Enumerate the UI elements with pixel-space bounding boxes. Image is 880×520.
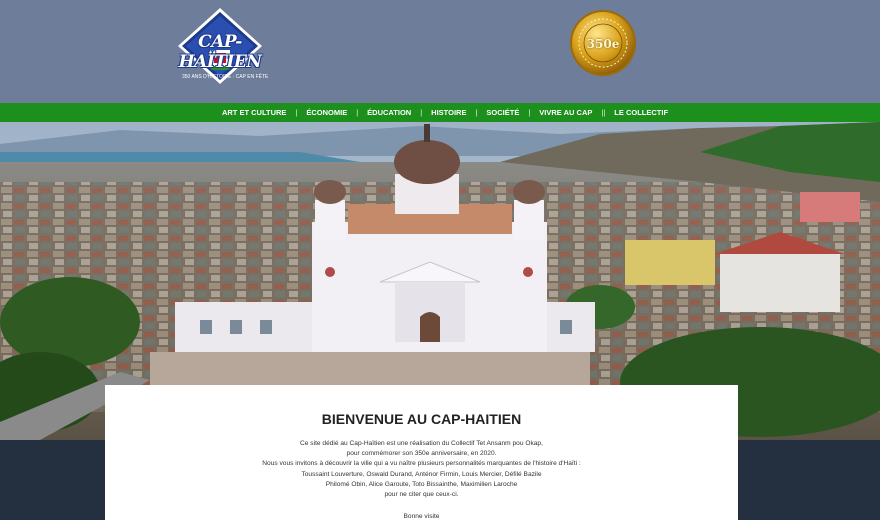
nav-separator: | — [420, 108, 423, 117]
nav-item-economie[interactable]: ÉCONOMIE — [306, 108, 347, 117]
nav-item-education[interactable]: ÉDUCATION — [367, 108, 411, 117]
nav-item-vivre-au-cap[interactable]: VIVRE AU CAP — [539, 108, 592, 117]
nav-separator: | — [528, 108, 531, 117]
logo-title: CAP-HAÏTIEN — [178, 32, 262, 72]
anniversary-medal: 350e — [569, 9, 637, 77]
nav-separator: | — [295, 108, 298, 117]
welcome-line: pour ne citer que ceux-ci. — [384, 491, 459, 499]
nav-item-societe[interactable]: SOCIÉTÉ — [486, 108, 519, 117]
welcome-line: Nous vous invitons à découvrir la ville … — [262, 460, 581, 468]
welcome-line: Philomé Obin, Alice Garoute, Toto Bissai… — [325, 480, 518, 488]
main-nav: ART ET CULTURE | ÉCONOMIE | ÉDUCATION | … — [0, 103, 880, 122]
welcome-line: Toussaint Louverture, Oswald Durand, Ant… — [301, 470, 542, 478]
cap-haitien-logo[interactable]: CAP-HAÏTIEN 350 ANS D'HISTOIRE · CAP EN … — [170, 6, 270, 86]
welcome-paragraph: Ce site dédié au Cap-Haïtien est une réa… — [105, 439, 738, 500]
welcome-line: Ce site dédié au Cap-Haïtien est une réa… — [300, 440, 543, 447]
nav-item-histoire[interactable]: HISTOIRE — [431, 108, 466, 117]
page: CAP-HAÏTIEN 350 ANS D'HISTOIRE · CAP EN … — [0, 0, 880, 520]
nav-separator: || — [601, 108, 606, 117]
welcome-card: BIENVENUE AU CAP-HAITIEN Ce site dédié a… — [105, 385, 738, 520]
nav-separator: | — [356, 108, 359, 117]
welcome-title: BIENVENUE AU CAP-HAITIEN — [321, 411, 522, 427]
nav-item-le-collectif[interactable]: LE COLLECTIF — [614, 108, 668, 117]
welcome-closing: Bonne visite — [403, 513, 440, 520]
medal-label: 350e — [586, 37, 620, 51]
logo-tagline: 350 ANS D'HISTOIRE · CAP EN FÊTE — [182, 74, 269, 80]
site-header: CAP-HAÏTIEN 350 ANS D'HISTOIRE · CAP EN … — [0, 0, 880, 103]
nav-separator: | — [475, 108, 478, 117]
welcome-line: pour commémorer son 350e anniversaire, e… — [346, 450, 497, 458]
nav-item-art-et-culture[interactable]: ART ET CULTURE — [222, 108, 286, 117]
